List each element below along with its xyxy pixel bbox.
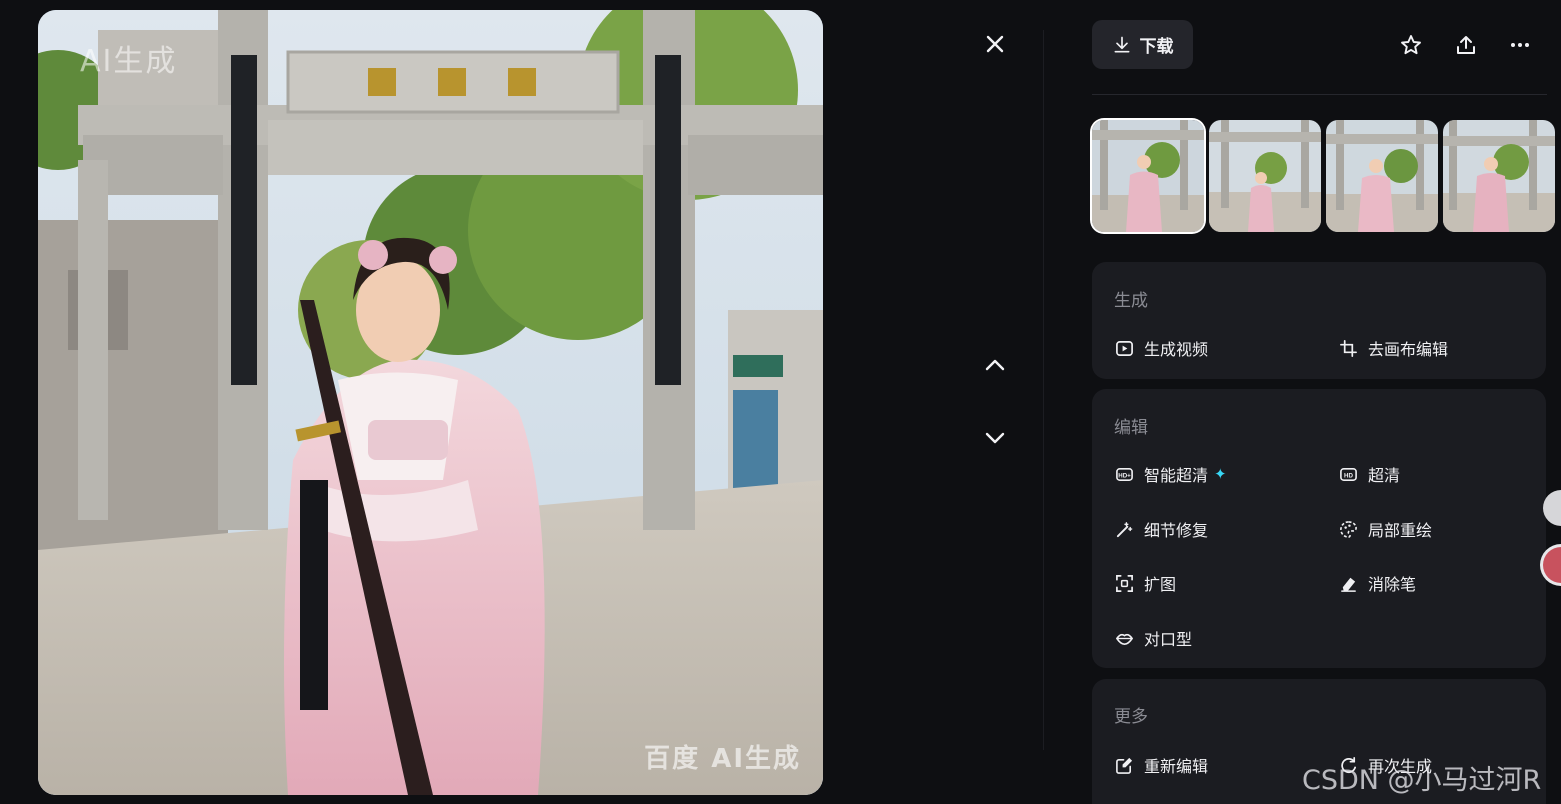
page-watermark: CSDN @小马过河R (1302, 765, 1542, 796)
canvas-edit-button[interactable]: 去画布编辑 (1338, 336, 1448, 360)
download-icon (1114, 36, 1129, 53)
smart-hd-button[interactable]: HD+ 智能超清 ✦ (1114, 462, 1227, 486)
crop-canvas-icon (1338, 338, 1358, 358)
image-viewer: AI生成 百度 AI生成 下载 生成 生成视频 去画布编辑 编辑 HD+ 智能超… (0, 0, 1561, 804)
more-options-button[interactable] (1503, 29, 1537, 61)
thumbnail-image (1209, 120, 1321, 232)
expand-icon (1114, 573, 1134, 593)
generate-section-title: 生成 (1114, 291, 1148, 310)
edit-section: 编辑 HD+ 智能超清 ✦ HD 超清 细节修复 局部重绘 扩图 消除笔 对口型 (1092, 389, 1546, 668)
new-badge: ✦ (1214, 466, 1227, 483)
generate-video-button[interactable]: 生成视频 (1114, 336, 1208, 360)
expand-image-button[interactable]: 扩图 (1114, 571, 1176, 595)
eraser-label: 消除笔 (1368, 577, 1417, 594)
chevron-up-icon (985, 359, 1005, 371)
download-button[interactable]: 下载 (1092, 20, 1193, 69)
inpaint-button[interactable]: 局部重绘 (1338, 517, 1432, 541)
panel-divider (1043, 30, 1044, 750)
favorite-button[interactable] (1394, 29, 1428, 61)
eraser-icon (1338, 573, 1358, 593)
generate-section: 生成 生成视频 去画布编辑 (1092, 262, 1546, 379)
canvas-edit-label: 去画布编辑 (1368, 342, 1449, 359)
share-icon (1457, 36, 1475, 54)
hd-button[interactable]: HD 超清 (1338, 462, 1400, 486)
chevron-down-icon (985, 432, 1005, 444)
thumbnail-3[interactable] (1326, 120, 1438, 232)
generate-video-label: 生成视频 (1144, 342, 1209, 359)
next-image-button[interactable] (975, 417, 1015, 457)
edit-icon (1114, 755, 1134, 775)
inpaint-label: 局部重绘 (1368, 523, 1433, 540)
thumbnail-strip (1092, 120, 1561, 232)
hd-icon: HD (1338, 464, 1358, 484)
edit-section-title: 编辑 (1114, 418, 1148, 437)
thumbnail-2[interactable] (1209, 120, 1321, 232)
generated-image-art (38, 10, 823, 795)
palette-icon (1338, 519, 1358, 539)
more-section-title: 更多 (1114, 707, 1148, 726)
lip-sync-label: 对口型 (1144, 632, 1193, 649)
svg-text:HD: HD (1344, 472, 1353, 479)
detail-repair-button[interactable]: 细节修复 (1114, 517, 1208, 541)
close-button[interactable] (975, 24, 1015, 64)
svg-text:HD+: HD+ (1118, 472, 1131, 479)
share-button[interactable] (1449, 29, 1483, 61)
lips-icon (1114, 628, 1134, 648)
thumbnail-4[interactable] (1443, 120, 1555, 232)
hd-plus-icon: HD+ (1114, 464, 1134, 484)
expand-image-label: 扩图 (1144, 577, 1177, 594)
generated-image[interactable]: AI生成 百度 AI生成 (38, 10, 823, 795)
lip-sync-button[interactable]: 对口型 (1114, 626, 1192, 650)
toolbar-divider (1092, 94, 1547, 95)
thumbnail-image (1092, 120, 1204, 232)
re-edit-button[interactable]: 重新编辑 (1114, 753, 1208, 777)
magic-wand-icon (1114, 519, 1134, 539)
smart-hd-label: 智能超清 (1144, 468, 1209, 485)
download-label: 下载 (1139, 37, 1174, 56)
close-icon (986, 35, 1004, 53)
thumbnail-1[interactable] (1092, 120, 1204, 232)
previous-image-button[interactable] (975, 346, 1015, 386)
re-edit-label: 重新编辑 (1144, 759, 1209, 776)
more-icon (1511, 43, 1529, 47)
image-watermark-top: AI生成 (80, 44, 178, 79)
image-watermark-bottom: 百度 AI生成 (644, 744, 801, 774)
thumbnail-image (1443, 120, 1555, 232)
detail-repair-label: 细节修复 (1144, 523, 1209, 540)
star-icon (1401, 35, 1421, 55)
thumbnail-image (1326, 120, 1438, 232)
play-video-icon (1114, 338, 1134, 358)
eraser-button[interactable]: 消除笔 (1338, 571, 1416, 595)
hd-label: 超清 (1368, 468, 1401, 485)
